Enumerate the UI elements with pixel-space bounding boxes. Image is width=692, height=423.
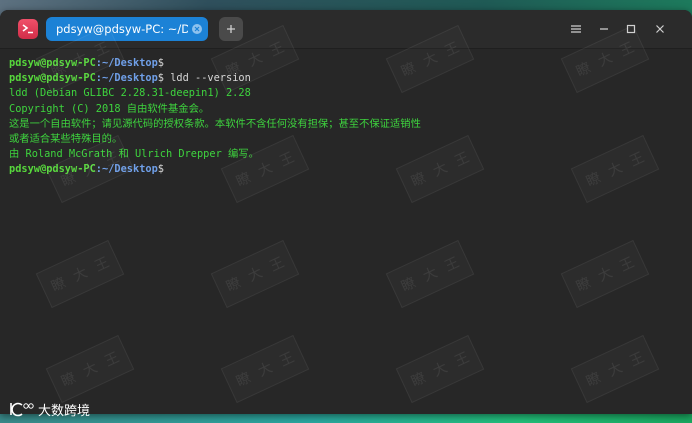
prompt-path: :~/Desktop xyxy=(95,163,158,176)
close-icon[interactable] xyxy=(192,24,202,34)
minimize-button[interactable] xyxy=(594,19,614,39)
output-line: 这是一个自由软件；请见源代码的授权条款。本软件不含任何没有担保；甚至不保证适销性 xyxy=(9,117,421,130)
close-icon xyxy=(656,25,664,33)
maximize-button[interactable] xyxy=(621,19,641,39)
prompt-user: pdsyw@pdsyw-PC xyxy=(9,72,96,85)
prompt-user: pdsyw@pdsyw-PC xyxy=(9,163,96,176)
hamburger-menu-icon xyxy=(571,25,581,33)
prompt-path: :~/Desktop xyxy=(95,57,158,69)
menu-button[interactable] xyxy=(566,19,586,39)
brand-logo-icon xyxy=(10,402,34,417)
command-text: ldd --version xyxy=(164,72,251,85)
add-tab-button[interactable] xyxy=(219,17,243,41)
plus-icon xyxy=(227,25,235,33)
tab-title: pdsyw@pdsyw-PC: ~/Desktop xyxy=(56,22,188,36)
output-line: ldd (Debian GLIBC 2.28.31-deepin1) 2.28 xyxy=(9,87,251,100)
prompt-line: pdsyw@pdsyw-PC:~/Desktop$ xyxy=(9,56,683,71)
prompt-symbol: $ xyxy=(157,163,164,176)
brand-logo-text: 大数跨境 xyxy=(38,403,91,419)
maximize-icon xyxy=(626,24,636,34)
prompt-symbol: $ xyxy=(157,57,164,69)
minimize-icon xyxy=(600,28,608,30)
tab-terminal[interactable]: pdsyw@pdsyw-PC: ~/Desktop xyxy=(46,17,208,41)
terminal-output[interactable]: pdsyw@pdsyw-PC:~/Desktop$ pdsyw@pdsyw-PC… xyxy=(0,49,692,414)
prompt-user: pdsyw@pdsyw-PC xyxy=(9,57,96,69)
prompt-path: :~/Desktop xyxy=(95,72,158,85)
command-line: pdsyw@pdsyw-PC:~/Desktop$ ldd --version xyxy=(9,71,683,86)
titlebar: pdsyw@pdsyw-PC: ~/Desktop xyxy=(0,10,692,49)
brand-logo: 大数跨境 xyxy=(8,399,90,419)
terminal-icon[interactable] xyxy=(18,19,38,39)
prompt-line: pdsyw@pdsyw-PC:~/Desktop$ xyxy=(9,162,683,177)
close-button[interactable] xyxy=(650,19,670,39)
output-line: 或者适合某些特殊目的。 xyxy=(9,132,123,145)
terminal-window: pdsyw@pdsyw-PC: ~/Desktop xyxy=(0,10,692,414)
output-line: 由 Roland McGrath 和 Ulrich Drepper 编写。 xyxy=(9,148,259,161)
output-line: Copyright (C) 2018 自由软件基金会。 xyxy=(9,102,210,115)
